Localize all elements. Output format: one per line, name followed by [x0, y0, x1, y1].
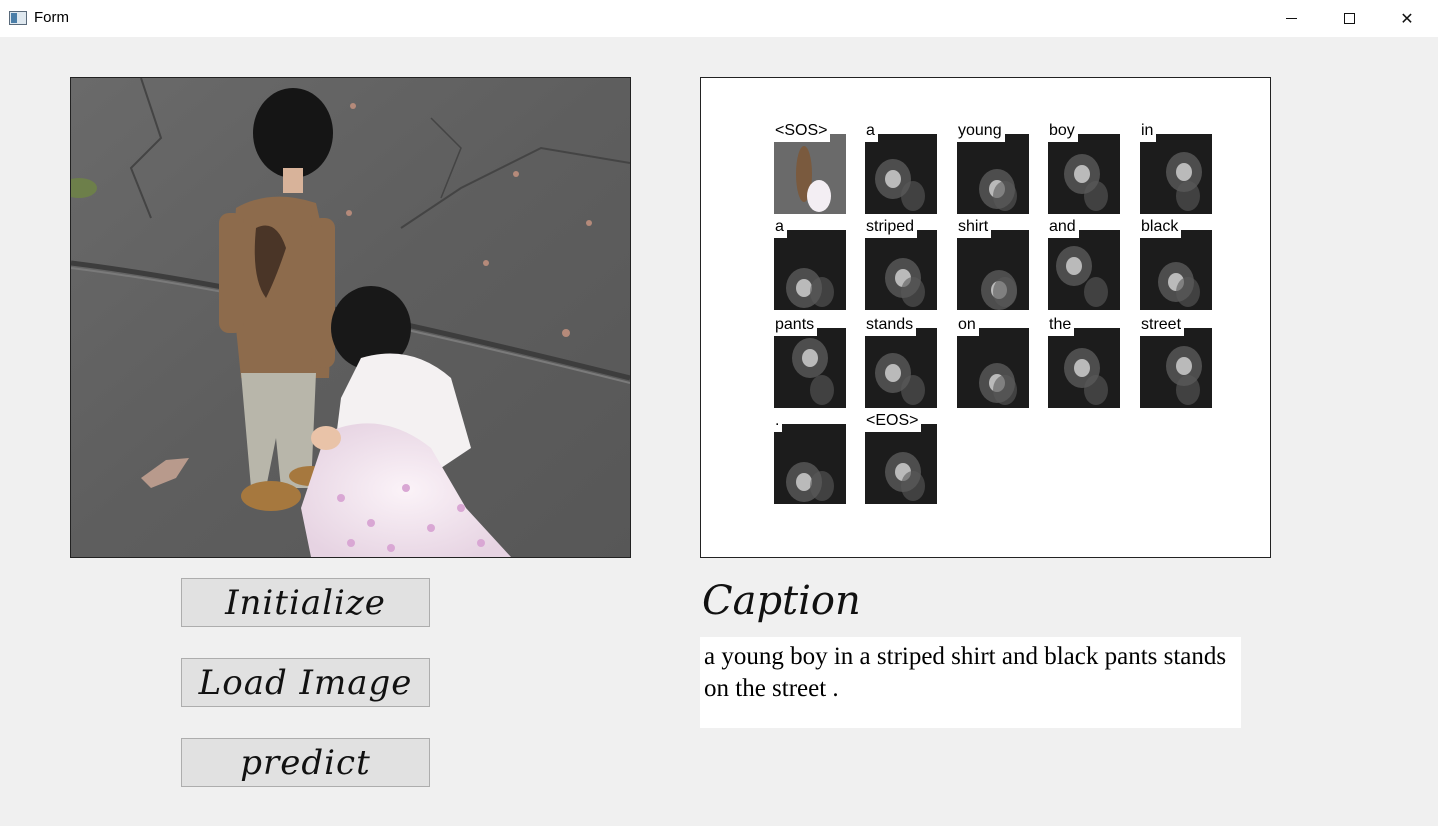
attention-heatmap: [774, 424, 846, 504]
predict-button[interactable]: predict: [181, 738, 430, 787]
attention-heatmap: [865, 328, 937, 408]
attention-token-label: young: [957, 120, 1005, 142]
attention-heatmap: [1140, 328, 1212, 408]
close-button[interactable]: ✕: [1378, 0, 1436, 37]
attention-heatmap: [774, 328, 846, 408]
maximize-button[interactable]: [1320, 0, 1378, 37]
attention-token-label: <EOS>: [865, 410, 922, 432]
attention-token-label: <SOS>: [774, 120, 831, 142]
attention-heatmap: [865, 134, 937, 214]
attention-heatmap: [1048, 328, 1120, 408]
caption-output: a young boy in a striped shirt and black…: [700, 637, 1241, 728]
attention-token-label: street: [1140, 314, 1185, 336]
initialize-button[interactable]: Initialize: [181, 578, 430, 627]
window-title: Form: [34, 9, 69, 26]
attention-token-label: black: [1140, 216, 1182, 238]
minimize-icon: [1285, 18, 1297, 19]
attention-token-label: boy: [1048, 120, 1078, 142]
attention-heatmap: [865, 230, 937, 310]
attention-token-label: stands: [865, 314, 917, 336]
load-image-button[interactable]: Load Image: [181, 658, 430, 707]
attention-heatmap: [1140, 230, 1212, 310]
attention-map-panel: <SOS> a young boy in a striped shirt and black pan…: [700, 77, 1271, 558]
attention-heatmap: [957, 134, 1029, 214]
maximize-icon: [1343, 13, 1355, 24]
caption-heading: Caption: [702, 578, 861, 624]
attention-heatmap: [1048, 134, 1120, 214]
title-bar: Form ✕: [0, 0, 1438, 37]
attention-heatmap: [957, 230, 1029, 310]
main-window: Form ✕ Initialize Load Image predict <SO…: [0, 0, 1438, 826]
input-photo: [71, 78, 630, 557]
attention-token-label: the: [1048, 314, 1075, 336]
attention-token-label: striped: [865, 216, 918, 238]
attention-heatmap: [1140, 134, 1212, 214]
attention-token-label: on: [957, 314, 979, 336]
attention-heatmap: [774, 230, 846, 310]
attention-heatmap: [865, 424, 937, 504]
attention-heatmap: [957, 328, 1029, 408]
attention-token-label: a: [865, 120, 878, 142]
attention-token-label: a: [774, 216, 787, 238]
attention-heatmap: [1048, 230, 1120, 310]
attention-token-label: and: [1048, 216, 1079, 238]
attention-token-label: .: [774, 410, 783, 432]
close-icon: ✕: [1400, 9, 1414, 28]
input-image-view: [70, 77, 631, 558]
app-icon: [9, 11, 27, 25]
attention-token-label: pants: [774, 314, 818, 336]
attention-heatmap: [774, 134, 846, 214]
attention-token-label: in: [1140, 120, 1157, 142]
attention-token-label: shirt: [957, 216, 992, 238]
minimize-button[interactable]: [1262, 0, 1320, 37]
